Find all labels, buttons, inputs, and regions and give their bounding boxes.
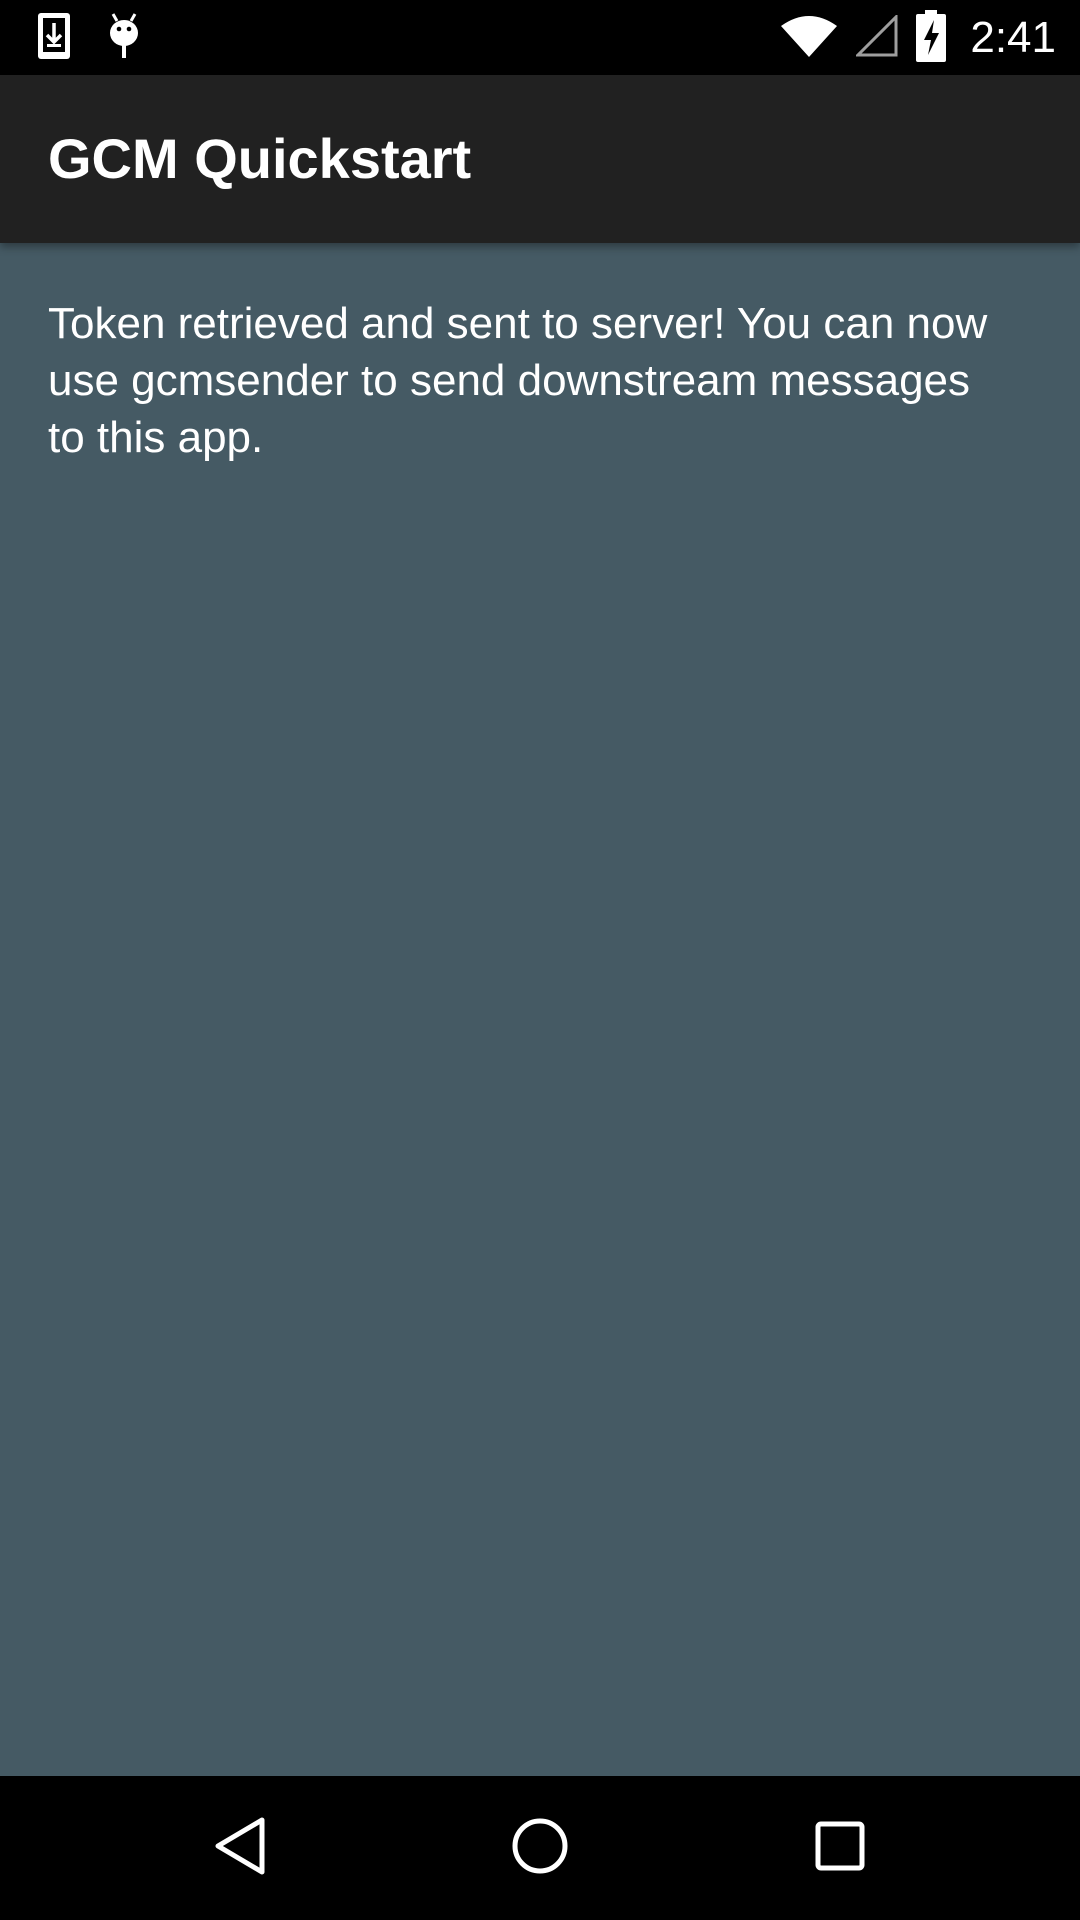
navigation-bar — [0, 1776, 1080, 1920]
back-icon — [212, 1816, 268, 1881]
toolbar-title: GCM Quickstart — [48, 127, 472, 190]
back-button[interactable] — [150, 1776, 330, 1920]
screen: 2:41 GCM Quickstart Token retrieved and … — [0, 0, 1080, 1920]
battery-charging-icon — [916, 9, 947, 67]
cell-signal-icon — [854, 12, 898, 62]
main-content: Token retrieved and sent to server! You … — [0, 243, 1080, 1776]
system-status-icons: 2:41 — [780, 8, 1056, 68]
notification-icons — [36, 12, 142, 64]
registration-status-message: Token retrieved and sent to server! You … — [48, 299, 988, 462]
android-debug-icon — [106, 11, 142, 66]
status-bar: 2:41 — [0, 0, 1080, 75]
recents-button[interactable] — [750, 1776, 930, 1920]
home-button[interactable] — [450, 1776, 630, 1920]
app-toolbar: GCM Quickstart — [0, 75, 1080, 243]
clock: 2:41 — [970, 13, 1056, 62]
wifi-icon — [780, 14, 838, 63]
recents-icon — [814, 1820, 866, 1877]
download-icon — [36, 11, 72, 66]
home-icon — [511, 1817, 569, 1880]
